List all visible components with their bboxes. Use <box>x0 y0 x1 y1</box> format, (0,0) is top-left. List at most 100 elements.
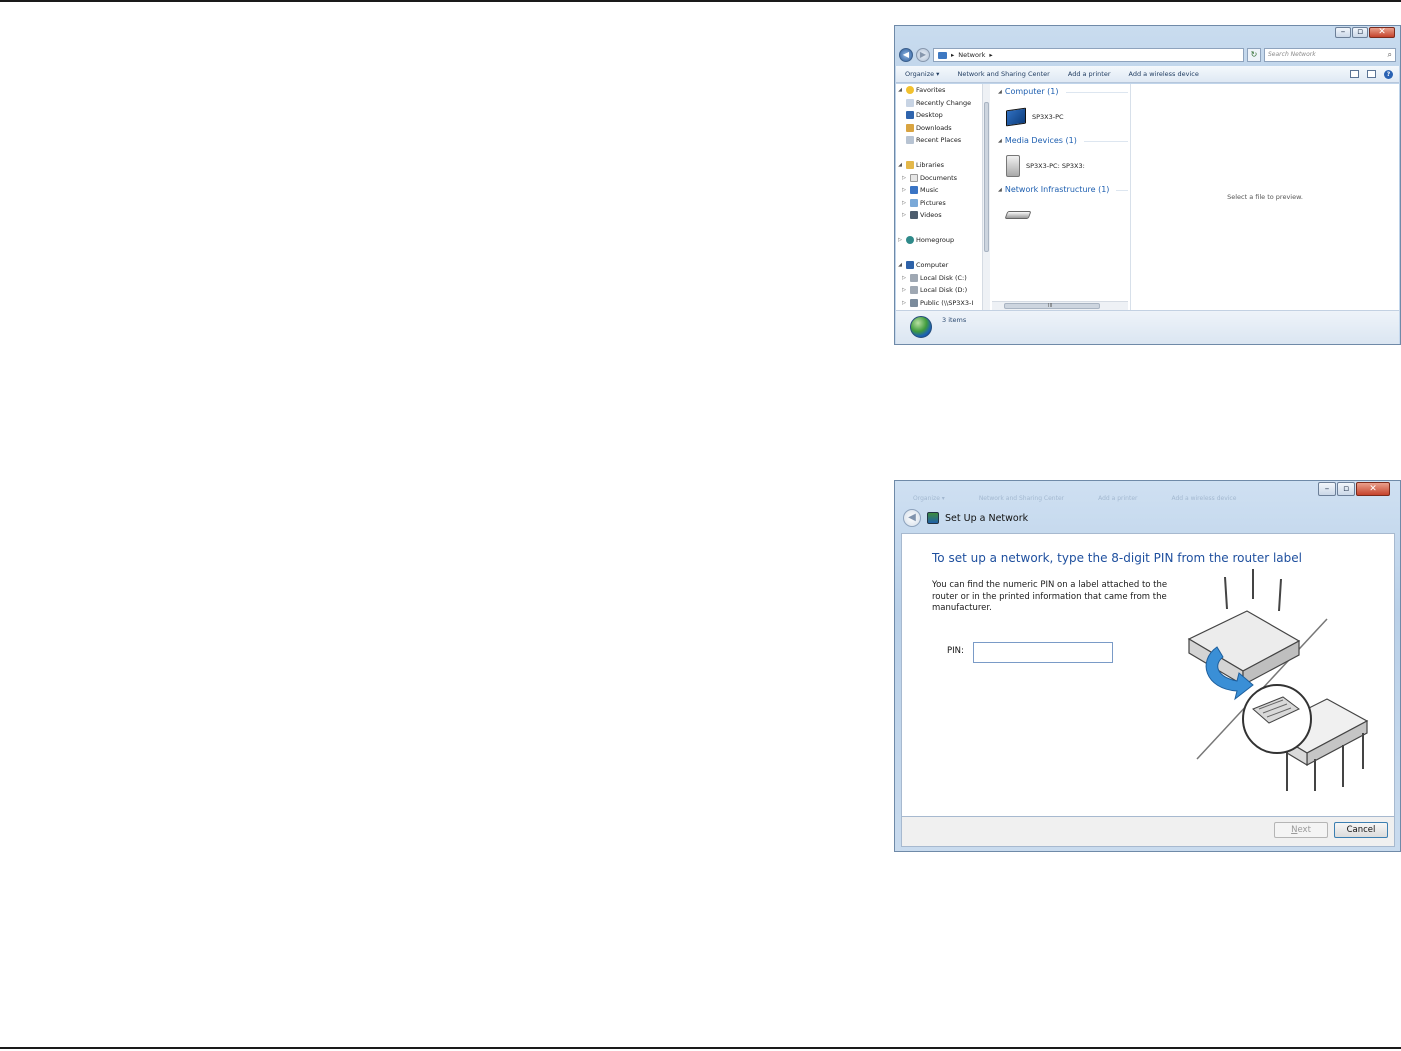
maximize-button[interactable]: ▫ <box>1352 27 1368 38</box>
videos-icon <box>910 211 918 220</box>
expand-arrow-icon[interactable]: ▷ <box>900 297 908 310</box>
list-item-router[interactable] <box>992 198 1128 231</box>
close-button[interactable]: ✕ <box>1356 482 1390 496</box>
cancel-button[interactable]: Cancel <box>1334 822 1388 838</box>
desktop-icon <box>906 111 914 120</box>
libraries-icon <box>906 161 914 170</box>
nav-item-label: Recently Change <box>916 98 972 107</box>
search-input[interactable]: Search Network ⌕ <box>1264 48 1396 62</box>
back-arrow-icon[interactable]: ◀ <box>899 48 913 62</box>
network-setup-icon <box>927 512 939 524</box>
nav-item-label: Videos <box>920 211 942 219</box>
ghost-command: Organize ▾ <box>913 495 945 502</box>
address-crumb-network[interactable]: Network <box>958 49 985 61</box>
nav-item-local-disk-d[interactable]: ▷ Local Disk (D:) <box>896 284 986 297</box>
refresh-icon[interactable]: ↻ <box>1247 48 1261 62</box>
router-bottom-image <box>1242 684 1369 791</box>
nav-item-local-disk-c[interactable]: ▷ Local Disk (C:) <box>896 272 986 285</box>
minimize-button[interactable]: – <box>1318 482 1336 496</box>
preview-placeholder-text: Select a file to preview. <box>1227 193 1303 201</box>
scrollbar-thumb[interactable] <box>984 102 989 252</box>
network-sharing-center-command[interactable]: Network and Sharing Center <box>948 70 1058 78</box>
nav-item-label: Public (\\SP3X3-I <box>920 298 974 307</box>
ghost-command: Add a printer <box>1098 495 1138 502</box>
recent-icon <box>906 98 914 107</box>
item-label: SP3X3-PC <box>1032 112 1064 121</box>
nav-item-pictures[interactable]: ▷ Pictures <box>896 197 986 210</box>
nav-homegroup[interactable]: ▷ Homegroup <box>896 234 986 247</box>
expand-arrow-icon[interactable]: ▷ <box>900 272 908 285</box>
next-button[interactable]: Next <box>1274 822 1328 838</box>
close-button[interactable]: ✕ <box>1369 27 1395 38</box>
command-bar: Organize ▾ Network and Sharing Center Ad… <box>896 66 1399 83</box>
search-icon[interactable]: ⌕ <box>1388 49 1392 61</box>
nav-item-label: Documents <box>920 173 958 182</box>
pin-input[interactable] <box>973 642 1113 663</box>
pictures-icon <box>910 198 918 207</box>
forward-arrow-icon[interactable]: ▶ <box>916 48 930 62</box>
address-bar-row: ◀ ▶ ▸ Network ▸ ↻ Search Network ⌕ <box>899 46 1396 64</box>
expand-arrow-icon[interactable]: ▷ <box>900 284 908 297</box>
search-placeholder: Search Network <box>1268 51 1316 58</box>
expand-arrow-icon[interactable]: ▷ <box>900 209 908 222</box>
minimize-button[interactable]: – <box>1335 27 1351 38</box>
navigation-pane: ◢ Favorites Recently Change Desktop Down… <box>896 84 987 310</box>
back-arrow-icon[interactable]: ◀ <box>903 509 921 527</box>
nav-item-label: Desktop <box>916 111 943 119</box>
router-top-image <box>1187 569 1301 701</box>
nav-item-public[interactable]: ▷ Public (\\SP3X3-I <box>896 297 986 310</box>
collapse-arrow-icon[interactable]: ◢ <box>998 133 1002 149</box>
router-icon <box>1004 210 1032 219</box>
add-printer-command[interactable]: Add a printer <box>1059 70 1120 78</box>
address-separator: ▸ <box>951 51 955 59</box>
group-header-media-devices[interactable]: ◢ Media Devices (1) <box>992 133 1128 149</box>
expand-arrow-icon[interactable]: ▷ <box>900 172 908 185</box>
nav-item-downloads[interactable]: Downloads <box>896 122 986 135</box>
dialog-content: To set up a network, type the 8-digit PI… <box>901 533 1395 817</box>
nav-computer-label: Computer <box>916 261 949 269</box>
collapse-arrow-icon[interactable]: ◢ <box>998 182 1002 198</box>
collapse-arrow-icon[interactable]: ◢ <box>896 159 904 172</box>
nav-favorites[interactable]: ◢ Favorites <box>896 84 986 97</box>
preview-pane-icon[interactable] <box>1367 70 1376 78</box>
window-caption-buttons: – ▫ ✕ <box>1335 27 1395 38</box>
dialog-title: Set Up a Network <box>945 512 1029 524</box>
nav-item-videos[interactable]: ▷ Videos <box>896 209 986 222</box>
maximize-button[interactable]: ▫ <box>1337 482 1355 496</box>
collapse-arrow-icon[interactable]: ◢ <box>896 259 904 272</box>
computer-icon <box>906 261 914 270</box>
collapse-arrow-icon[interactable]: ◢ <box>896 84 904 97</box>
command-bar-right: ? <box>1350 69 1399 79</box>
nav-pane-scrollbar[interactable] <box>982 84 990 310</box>
dialog-button-bar: Next Cancel <box>901 817 1395 847</box>
nav-item-documents[interactable]: ▷ Documents <box>896 172 986 185</box>
nav-item-recent-places[interactable]: Recent Places <box>896 134 986 147</box>
views-icon[interactable] <box>1350 70 1359 78</box>
nav-item-label: Local Disk (D:) <box>920 286 968 294</box>
ghost-command: Network and Sharing Center <box>978 495 1065 502</box>
nav-computer[interactable]: ◢ Computer <box>896 259 986 272</box>
address-field[interactable]: ▸ Network ▸ <box>933 48 1244 62</box>
dialog-description: You can find the numeric PIN on a label … <box>932 580 1168 613</box>
ghost-command-bar: Organize ▾ Network and Sharing Center Ad… <box>895 495 1400 507</box>
list-item-computer[interactable]: SP3X3-PC <box>992 100 1128 133</box>
list-item-media-device[interactable]: SP3X3-PC: SP3X3: <box>992 149 1128 182</box>
group-header-network-infrastructure[interactable]: ◢ Network Infrastructure (1) <box>992 182 1128 198</box>
dialog-heading: To set up a network, type the 8-digit PI… <box>932 551 1302 565</box>
nav-libraries[interactable]: ◢ Libraries <box>896 159 986 172</box>
nav-item-recently-changed[interactable]: Recently Change <box>896 97 986 110</box>
organize-menu[interactable]: Organize ▾ <box>896 70 948 78</box>
collapse-arrow-icon[interactable]: ◢ <box>998 84 1002 100</box>
address-separator-end: ▸ <box>989 51 993 59</box>
help-icon[interactable]: ? <box>1384 69 1393 79</box>
content-horizontal-scrollbar[interactable]: III <box>992 301 1128 310</box>
ghost-command: Add a wireless device <box>1171 495 1237 502</box>
nav-item-desktop[interactable]: Desktop <box>896 109 986 122</box>
expand-arrow-icon[interactable]: ▷ <box>900 197 908 210</box>
nav-item-music[interactable]: ▷ Music <box>896 184 986 197</box>
expand-arrow-icon[interactable]: ▷ <box>900 184 908 197</box>
nav-favorites-label: Favorites <box>916 86 946 94</box>
group-header-computer[interactable]: ◢ Computer (1) <box>992 84 1128 100</box>
expand-arrow-icon[interactable]: ▷ <box>896 234 904 247</box>
add-wireless-device-command[interactable]: Add a wireless device <box>1120 70 1208 78</box>
